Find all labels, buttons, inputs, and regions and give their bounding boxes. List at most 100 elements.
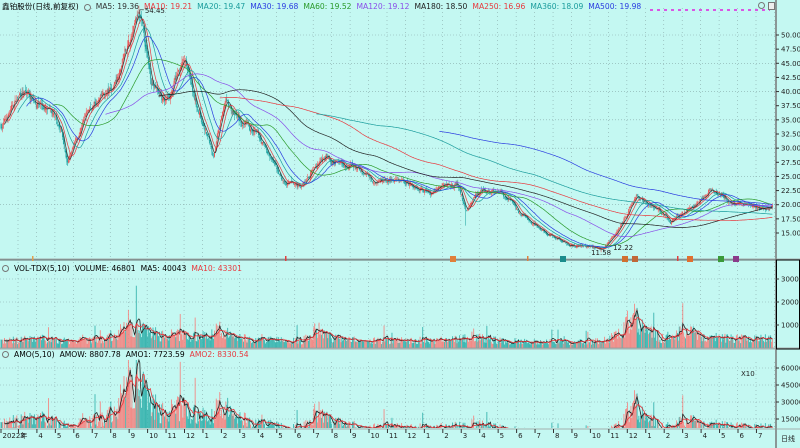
gear-icon[interactable] bbox=[83, 3, 91, 11]
volume-bar bbox=[142, 322, 144, 348]
volume-bar bbox=[223, 335, 225, 348]
ma-legend-item: MA120: 19.12 bbox=[356, 2, 410, 11]
amount-bar bbox=[199, 412, 201, 428]
volume-bar bbox=[453, 341, 455, 348]
volume-bar bbox=[397, 343, 399, 348]
volume-bar bbox=[240, 338, 242, 348]
volume-bar bbox=[311, 337, 313, 348]
amount-bar bbox=[205, 420, 207, 428]
volume-bar bbox=[366, 341, 367, 348]
candle-body bbox=[626, 216, 627, 218]
amount-bar bbox=[165, 416, 167, 428]
volume-bar bbox=[648, 332, 650, 348]
volume-bar bbox=[345, 341, 347, 348]
amount-bar bbox=[65, 426, 67, 428]
amount-bar bbox=[394, 426, 396, 428]
amount-bar bbox=[142, 371, 144, 428]
volume-bar bbox=[372, 343, 374, 348]
amount-bar bbox=[269, 425, 271, 428]
volume-bar bbox=[150, 338, 152, 348]
volume-bar bbox=[26, 339, 27, 348]
candle-body bbox=[134, 23, 135, 26]
amount-bar bbox=[129, 367, 131, 428]
volume-bar bbox=[586, 344, 588, 348]
candle-body bbox=[137, 14, 139, 17]
stock-chart[interactable]: 50.00 47.50 45.00 42.50 40.00 37.50 35.00 32.50… bbox=[0, 0, 800, 448]
amount-amo1: AMO1: 7723.59 bbox=[125, 350, 185, 359]
volume-bar bbox=[566, 341, 568, 348]
volume-bar bbox=[574, 341, 576, 348]
amount-bar bbox=[632, 402, 634, 428]
volume-bar bbox=[187, 340, 189, 348]
volume-bar bbox=[315, 328, 317, 348]
volume-bar bbox=[95, 341, 97, 348]
volume-bar bbox=[165, 337, 167, 348]
volume-bar bbox=[760, 334, 762, 348]
candle-body bbox=[55, 115, 56, 116]
amount-bar bbox=[194, 377, 196, 428]
volume-bar bbox=[103, 342, 105, 348]
volume-bar bbox=[592, 343, 594, 348]
candle-body bbox=[631, 203, 633, 206]
volume-bar bbox=[74, 341, 76, 348]
amount-bar bbox=[13, 426, 15, 428]
volume-bar bbox=[575, 342, 577, 348]
amount-bar bbox=[8, 424, 10, 428]
volume-bar bbox=[429, 343, 431, 348]
volume-bar bbox=[735, 340, 736, 348]
volume-bar bbox=[529, 344, 531, 348]
candle-body bbox=[308, 177, 310, 178]
volume-bar bbox=[214, 336, 216, 348]
amount-bar bbox=[164, 414, 166, 428]
candle-body bbox=[52, 113, 54, 116]
volume-bar bbox=[321, 334, 323, 348]
volume-bar bbox=[667, 331, 669, 348]
ma60-line bbox=[52, 59, 773, 246]
gear-icon[interactable] bbox=[2, 265, 9, 272]
amount-bar bbox=[82, 413, 84, 428]
volume-bar bbox=[185, 333, 187, 348]
amount-bar bbox=[48, 423, 50, 428]
volume-bar bbox=[617, 338, 619, 348]
gear-icon[interactable] bbox=[2, 351, 9, 358]
volume-bar bbox=[730, 334, 732, 348]
volume-bar bbox=[431, 341, 433, 348]
amount-bar bbox=[214, 419, 216, 428]
volume-bar bbox=[680, 332, 682, 348]
volume-bar bbox=[61, 344, 63, 348]
volume-bar bbox=[660, 342, 662, 348]
volume-bar bbox=[62, 343, 63, 348]
volume-bar bbox=[317, 333, 319, 348]
candle-body bbox=[149, 70, 151, 79]
amount-bar bbox=[16, 415, 18, 428]
volume-bar bbox=[694, 332, 696, 348]
volume-bar bbox=[737, 338, 739, 348]
volume-bar bbox=[499, 337, 501, 348]
volume-bar bbox=[272, 339, 273, 348]
candle-body bbox=[18, 95, 19, 97]
candle-body bbox=[201, 120, 203, 122]
volume-bar bbox=[245, 340, 247, 348]
amount-bar bbox=[268, 420, 270, 428]
volume-bar bbox=[662, 342, 664, 348]
volume-bar bbox=[485, 342, 487, 348]
candle-body bbox=[418, 190, 420, 191]
period-label[interactable]: 日线 bbox=[781, 434, 795, 443]
candle-body bbox=[675, 217, 677, 219]
volume-bar bbox=[269, 340, 271, 348]
volume-bar bbox=[725, 342, 727, 348]
settings-icon[interactable] bbox=[758, 2, 765, 9]
amount-bar bbox=[118, 398, 120, 428]
volume-bar bbox=[389, 343, 391, 348]
volume-bar bbox=[746, 340, 748, 348]
volume-bar bbox=[279, 340, 280, 348]
amount-bar bbox=[716, 425, 718, 428]
amount-bar bbox=[355, 427, 357, 428]
amount-bar bbox=[196, 424, 198, 428]
amount-bar bbox=[317, 415, 319, 428]
volume-bar bbox=[156, 331, 157, 348]
panel-toggle-icon[interactable] bbox=[768, 2, 775, 10]
volume-bar bbox=[745, 338, 747, 348]
volume-bar bbox=[655, 330, 656, 348]
candle-body bbox=[85, 111, 87, 117]
